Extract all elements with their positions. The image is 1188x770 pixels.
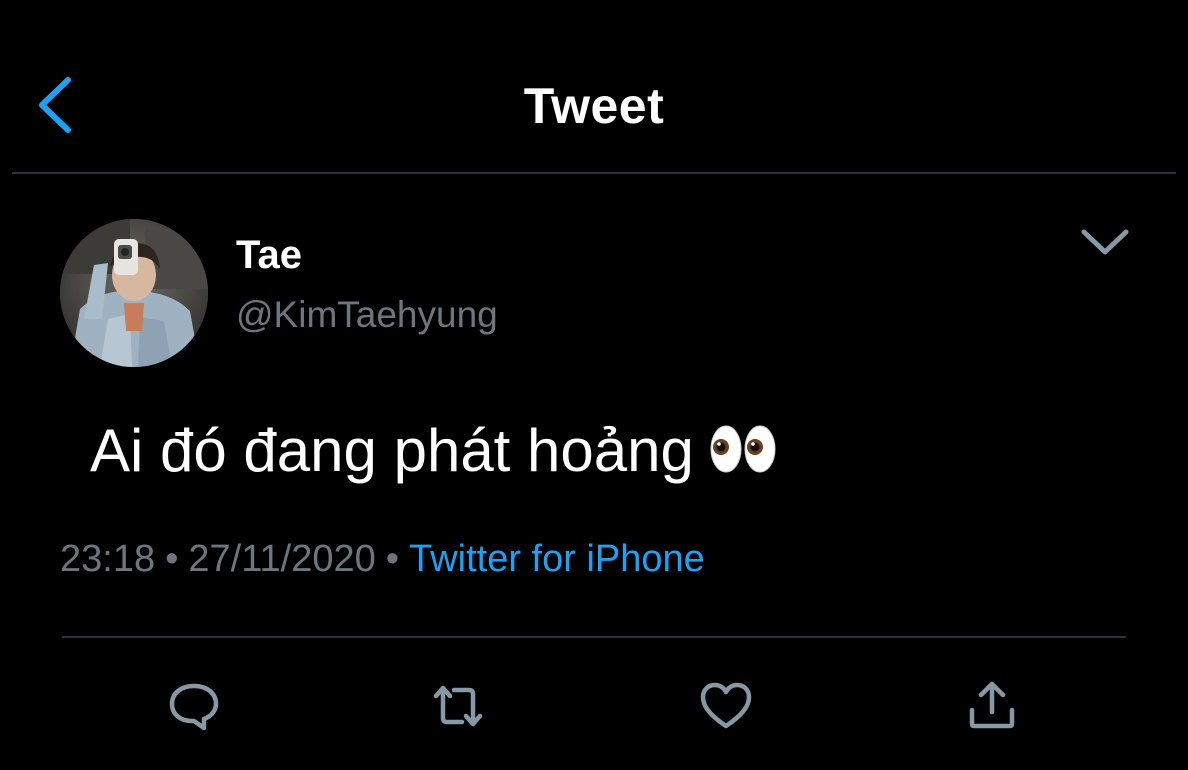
retweet-icon bbox=[433, 685, 483, 727]
author-display-name[interactable]: Tae bbox=[236, 232, 302, 278]
top-nav-bar: Tweet bbox=[0, 0, 1188, 172]
share-button[interactable] bbox=[964, 680, 1020, 732]
like-button[interactable] bbox=[698, 680, 754, 732]
reply-button[interactable] bbox=[166, 680, 222, 732]
share-icon bbox=[969, 681, 1015, 729]
chevron-down-icon bbox=[1081, 229, 1129, 255]
more-options-button[interactable] bbox=[1076, 222, 1134, 264]
eyes-emoji bbox=[708, 419, 778, 491]
separator-dot: • bbox=[165, 538, 179, 580]
tweet-time: 23:18 bbox=[60, 538, 156, 580]
tweet-text: Ai đó đang phát hoảng bbox=[90, 415, 778, 491]
heart-icon bbox=[700, 682, 752, 729]
header-divider bbox=[12, 172, 1176, 174]
retweet-button[interactable] bbox=[430, 680, 486, 732]
author-avatar[interactable] bbox=[60, 219, 208, 367]
tweet-date: 27/11/2020 bbox=[188, 538, 376, 580]
tweet-source-link[interactable]: Twitter for iPhone bbox=[409, 538, 705, 580]
reply-icon bbox=[169, 683, 219, 731]
tweet-text-content: Ai đó đang phát hoảng bbox=[90, 417, 694, 484]
author-username[interactable]: @KimTaehyung bbox=[236, 293, 498, 337]
avatar-photo bbox=[60, 219, 208, 367]
page-title: Tweet bbox=[523, 78, 665, 134]
tweet-metadata: 23:18 • 27/11/2020 • Twitter for iPhone bbox=[60, 536, 705, 582]
actions-divider bbox=[62, 636, 1126, 638]
separator-dot: • bbox=[385, 538, 400, 580]
